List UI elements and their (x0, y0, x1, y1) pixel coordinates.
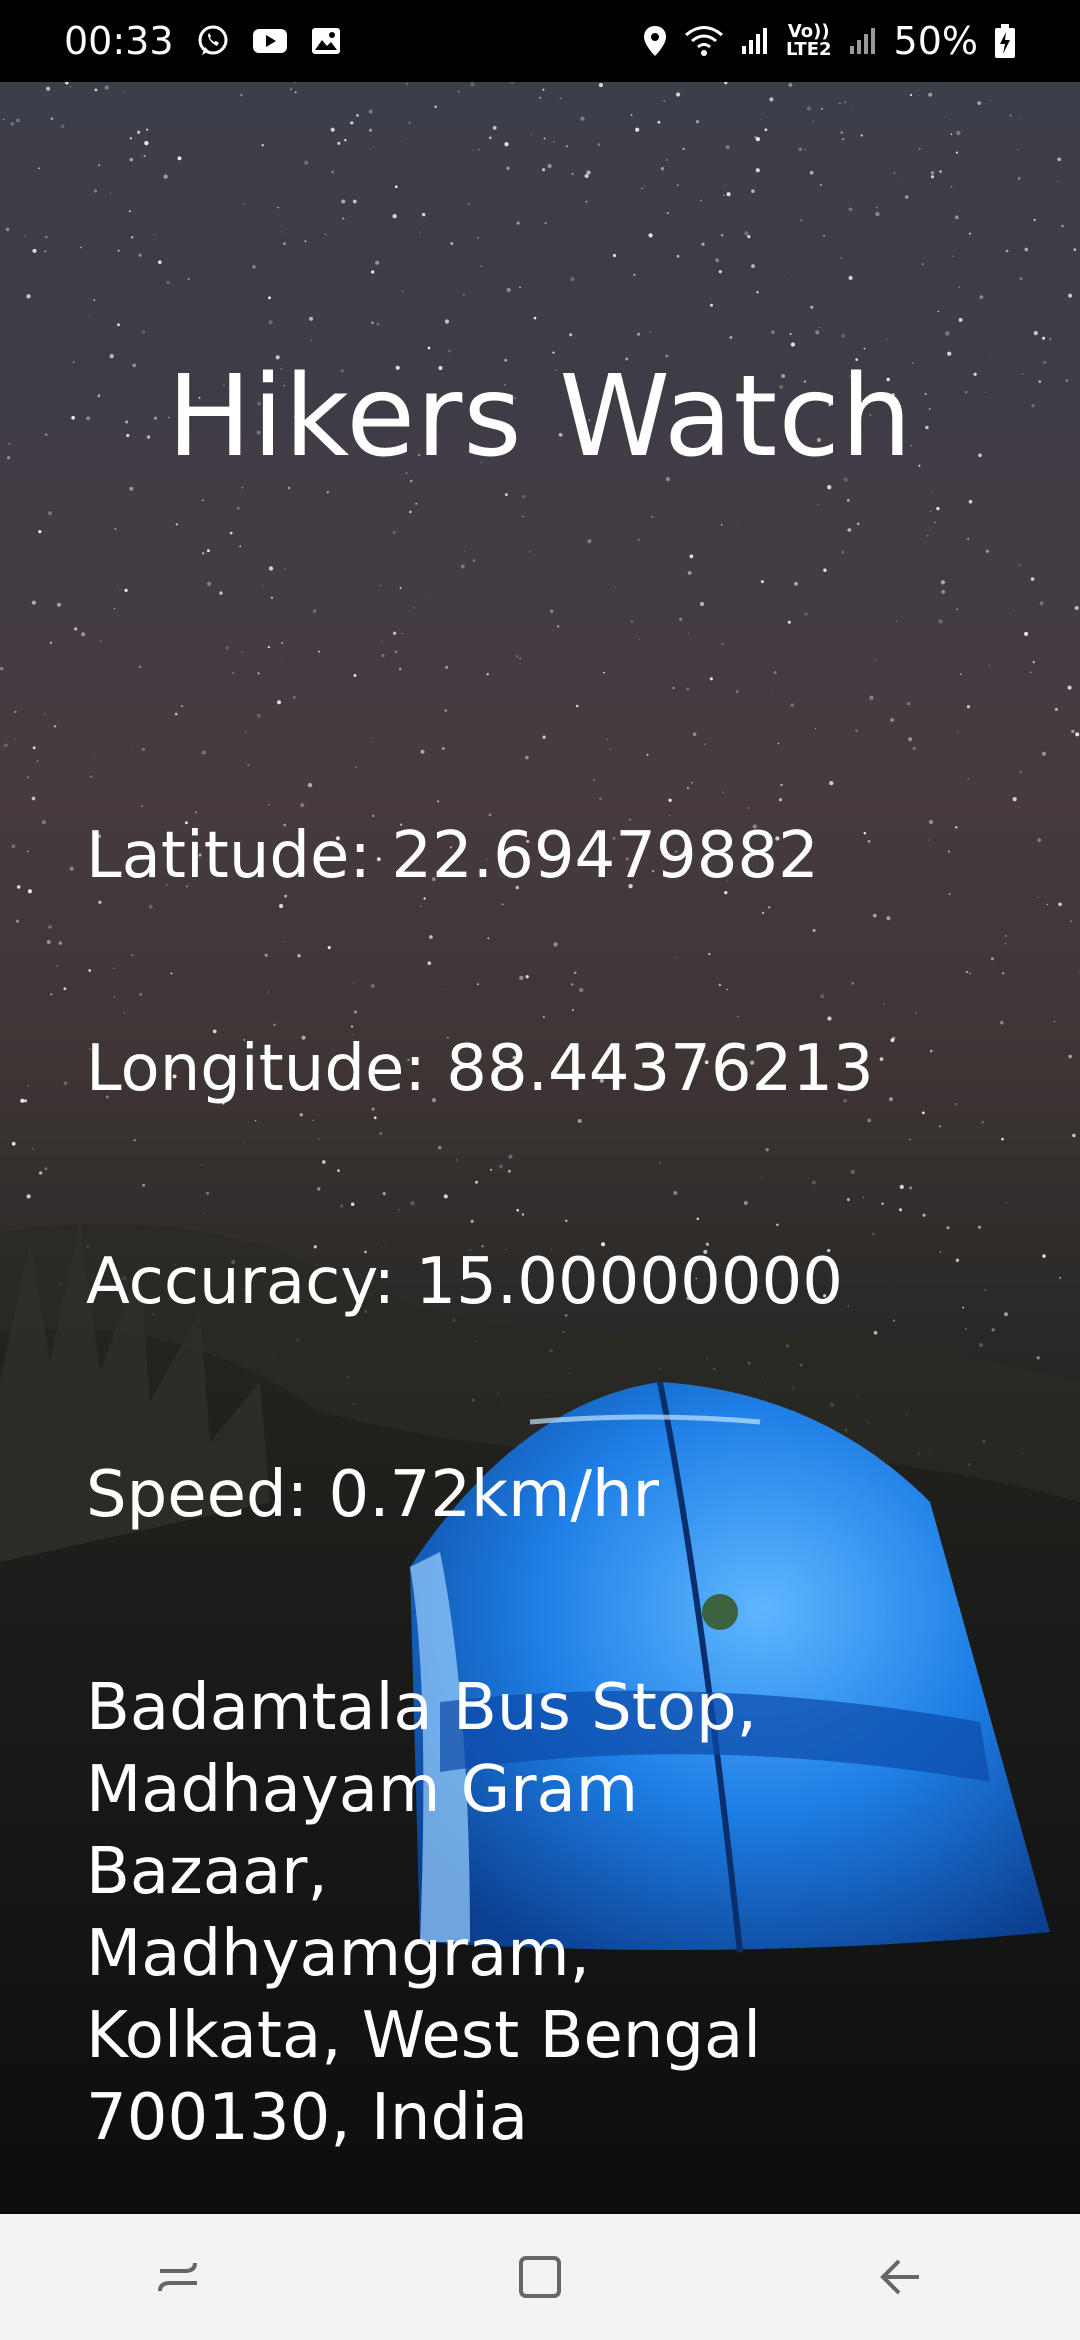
back-button[interactable] (840, 2227, 960, 2327)
navigation-bar (0, 2214, 1080, 2340)
speed-text: Speed: 0.72km/hr (86, 1458, 659, 1532)
home-button[interactable] (480, 2227, 600, 2327)
longitude-text: Longitude: 88.44376213 (86, 1032, 874, 1106)
youtube-icon (252, 27, 288, 55)
status-time: 00:33 (64, 19, 174, 63)
latitude-text: Latitude: 22.69479882 (86, 819, 819, 893)
background-scene: Hikers Watch Latitude: 22.69479882 Longi… (0, 82, 1080, 2214)
status-bar: 00:33 Vo)) LTE2 50% (0, 0, 1080, 82)
signal-icon (848, 26, 878, 56)
accuracy-text: Accuracy: 15.00000000 (86, 1245, 843, 1319)
home-icon (519, 2256, 561, 2298)
signal-icon (740, 26, 770, 56)
address-text: Badamtala Bus Stop, Madhayam Gram Bazaar… (86, 1671, 762, 2155)
gallery-icon (310, 26, 342, 56)
location-icon (642, 24, 668, 58)
whatsapp-icon (196, 24, 230, 58)
battery-percent: 50% (893, 19, 978, 63)
recents-icon (158, 2262, 197, 2292)
recents-button[interactable] (120, 2227, 240, 2327)
status-right: Vo)) LTE2 50% (642, 19, 1016, 63)
volte-lte2-icon: Vo)) LTE2 (785, 21, 832, 60)
app-title: Hikers Watch (167, 352, 913, 482)
battery-charging-icon (994, 23, 1016, 59)
back-icon (880, 2259, 919, 2295)
wifi-icon (684, 24, 724, 58)
status-left: 00:33 (64, 19, 342, 63)
